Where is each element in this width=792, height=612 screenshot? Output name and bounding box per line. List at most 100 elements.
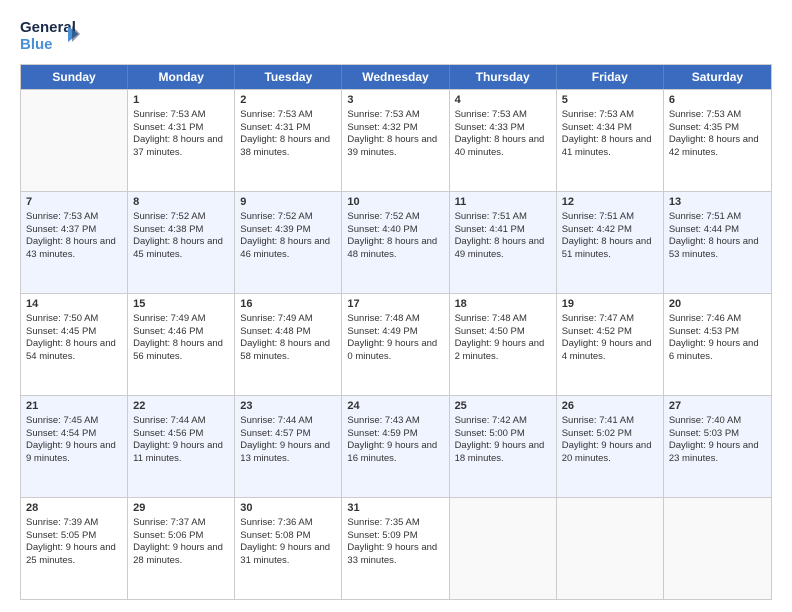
daylight-text: Daylight: 9 hours and 25 minutes. <box>26 542 116 566</box>
day-number: 14 <box>26 297 122 312</box>
header-day-saturday: Saturday <box>664 65 771 89</box>
daylight-text: Daylight: 8 hours and 42 minutes. <box>669 134 759 158</box>
calendar-cell: 30Sunrise: 7:36 AMSunset: 5:08 PMDayligh… <box>235 498 342 599</box>
daylight-text: Daylight: 8 hours and 54 minutes. <box>26 338 116 362</box>
calendar-cell: 18Sunrise: 7:48 AMSunset: 4:50 PMDayligh… <box>450 294 557 395</box>
sunset-text: Sunset: 5:09 PM <box>347 530 417 541</box>
day-number: 15 <box>133 297 229 312</box>
sunset-text: Sunset: 4:40 PM <box>347 224 417 235</box>
calendar-cell <box>664 498 771 599</box>
sunset-text: Sunset: 4:34 PM <box>562 122 632 133</box>
sunset-text: Sunset: 5:05 PM <box>26 530 96 541</box>
sunset-text: Sunset: 4:50 PM <box>455 326 525 337</box>
calendar-cell: 13Sunrise: 7:51 AMSunset: 4:44 PMDayligh… <box>664 192 771 293</box>
day-number: 23 <box>240 399 336 414</box>
sunrise-text: Sunrise: 7:51 AM <box>455 211 527 222</box>
sunrise-text: Sunrise: 7:46 AM <box>669 313 741 324</box>
sunset-text: Sunset: 4:32 PM <box>347 122 417 133</box>
sunset-text: Sunset: 4:59 PM <box>347 428 417 439</box>
calendar-cell: 3Sunrise: 7:53 AM Sunset: 4:32 PMDaylight… <box>342 90 449 191</box>
sunset-text: Sunset: 4:53 PM <box>669 326 739 337</box>
daylight-text: Daylight: 8 hours and 39 minutes. <box>347 134 437 158</box>
day-number: 28 <box>26 501 122 516</box>
calendar-cell: 11Sunrise: 7:51 AMSunset: 4:41 PMDayligh… <box>450 192 557 293</box>
day-number: 25 <box>455 399 551 414</box>
sunrise-text: Sunrise: 7:51 AM <box>669 211 741 222</box>
day-number: 9 <box>240 195 336 210</box>
sunset-text: Sunset: 4:54 PM <box>26 428 96 439</box>
sunset-text: Sunset: 4:42 PM <box>562 224 632 235</box>
sunset-text: Sunset: 4:44 PM <box>669 224 739 235</box>
day-number: 4 <box>455 93 551 108</box>
calendar-row-0: 1Sunrise: 7:53 AMSunset: 4:31 PMDaylight… <box>21 89 771 191</box>
sunrise-text: Sunrise: 7:48 AM <box>347 313 419 324</box>
calendar-cell <box>557 498 664 599</box>
calendar-cell: 27Sunrise: 7:40 AMSunset: 5:03 PMDayligh… <box>664 396 771 497</box>
sunset-text: Sunset: 4:33 PM <box>455 122 525 133</box>
sunset-text: Sunset: 5:06 PM <box>133 530 203 541</box>
sunrise-text: Sunrise: 7:44 AM <box>133 415 205 426</box>
sunrise-text: Sunrise: 7:52 AM <box>133 211 205 222</box>
calendar-cell: 1Sunrise: 7:53 AMSunset: 4:31 PMDaylight… <box>128 90 235 191</box>
sunset-text: Sunset: 4:57 PM <box>240 428 310 439</box>
sunrise-text: Sunrise: 7:48 AM <box>455 313 527 324</box>
calendar-cell: 29Sunrise: 7:37 AMSunset: 5:06 PMDayligh… <box>128 498 235 599</box>
calendar-cell: 10Sunrise: 7:52 AMSunset: 4:40 PMDayligh… <box>342 192 449 293</box>
calendar-cell: 16Sunrise: 7:49 AMSunset: 4:48 PMDayligh… <box>235 294 342 395</box>
day-number: 30 <box>240 501 336 516</box>
sunset-text: Sunset: 4:35 PM <box>669 122 739 133</box>
calendar-cell: 4Sunrise: 7:53 AMSunset: 4:33 PMDaylight… <box>450 90 557 191</box>
day-number: 7 <box>26 195 122 210</box>
daylight-text: Daylight: 9 hours and 0 minutes. <box>347 338 437 362</box>
calendar-cell: 6Sunrise: 7:53 AMSunset: 4:35 PMDaylight… <box>664 90 771 191</box>
header-day-monday: Monday <box>128 65 235 89</box>
sunset-text: Sunset: 4:48 PM <box>240 326 310 337</box>
sunset-text: Sunset: 5:03 PM <box>669 428 739 439</box>
daylight-text: Daylight: 8 hours and 51 minutes. <box>562 236 652 260</box>
calendar-header: SundayMondayTuesdayWednesdayThursdayFrid… <box>21 65 771 89</box>
day-number: 27 <box>669 399 766 414</box>
header-day-wednesday: Wednesday <box>342 65 449 89</box>
sunrise-text: Sunrise: 7:51 AM <box>562 211 634 222</box>
calendar-cell: 23Sunrise: 7:44 AMSunset: 4:57 PMDayligh… <box>235 396 342 497</box>
sunset-text: Sunset: 4:37 PM <box>26 224 96 235</box>
day-number: 31 <box>347 501 443 516</box>
sunset-text: Sunset: 4:39 PM <box>240 224 310 235</box>
header-day-thursday: Thursday <box>450 65 557 89</box>
sunrise-text: Sunrise: 7:47 AM <box>562 313 634 324</box>
calendar-cell: 14Sunrise: 7:50 AMSunset: 4:45 PMDayligh… <box>21 294 128 395</box>
daylight-text: Daylight: 9 hours and 20 minutes. <box>562 440 652 464</box>
calendar-cell: 9Sunrise: 7:52 AMSunset: 4:39 PMDaylight… <box>235 192 342 293</box>
daylight-text: Daylight: 8 hours and 56 minutes. <box>133 338 223 362</box>
day-number: 3 <box>347 93 443 108</box>
sunrise-text: Sunrise: 7:53 AM <box>240 109 312 120</box>
day-number: 12 <box>562 195 658 210</box>
daylight-text: Daylight: 8 hours and 38 minutes. <box>240 134 330 158</box>
sunrise-text: Sunrise: 7:52 AM <box>240 211 312 222</box>
sunrise-text: Sunrise: 7:44 AM <box>240 415 312 426</box>
day-number: 6 <box>669 93 766 108</box>
calendar-cell: 22Sunrise: 7:44 AMSunset: 4:56 PMDayligh… <box>128 396 235 497</box>
calendar-cell: 19Sunrise: 7:47 AMSunset: 4:52 PMDayligh… <box>557 294 664 395</box>
daylight-text: Daylight: 8 hours and 48 minutes. <box>347 236 437 260</box>
calendar-cell: 28Sunrise: 7:39 AMSunset: 5:05 PMDayligh… <box>21 498 128 599</box>
calendar-cell: 31Sunrise: 7:35 AMSunset: 5:09 PMDayligh… <box>342 498 449 599</box>
daylight-text: Daylight: 9 hours and 23 minutes. <box>669 440 759 464</box>
daylight-text: Daylight: 8 hours and 43 minutes. <box>26 236 116 260</box>
calendar-body: 1Sunrise: 7:53 AMSunset: 4:31 PMDaylight… <box>21 89 771 599</box>
calendar-cell <box>21 90 128 191</box>
header: GeneralBlue <box>20 16 772 54</box>
sunrise-text: Sunrise: 7:53 AM <box>133 109 205 120</box>
sunset-text: Sunset: 4:38 PM <box>133 224 203 235</box>
sunrise-text: Sunrise: 7:49 AM <box>240 313 312 324</box>
page: GeneralBlue SundayMondayTuesdayWednesday… <box>0 0 792 612</box>
sunrise-text: Sunrise: 7:53 AM <box>562 109 634 120</box>
day-number: 24 <box>347 399 443 414</box>
day-number: 21 <box>26 399 122 414</box>
sunrise-text: Sunrise: 7:53 AM <box>455 109 527 120</box>
calendar-row-1: 7Sunrise: 7:53 AMSunset: 4:37 PMDaylight… <box>21 191 771 293</box>
calendar: SundayMondayTuesdayWednesdayThursdayFrid… <box>20 64 772 600</box>
calendar-cell: 20Sunrise: 7:46 AMSunset: 4:53 PMDayligh… <box>664 294 771 395</box>
sunrise-text: Sunrise: 7:53 AM <box>347 109 419 120</box>
sunrise-text: Sunrise: 7:36 AM <box>240 517 312 528</box>
